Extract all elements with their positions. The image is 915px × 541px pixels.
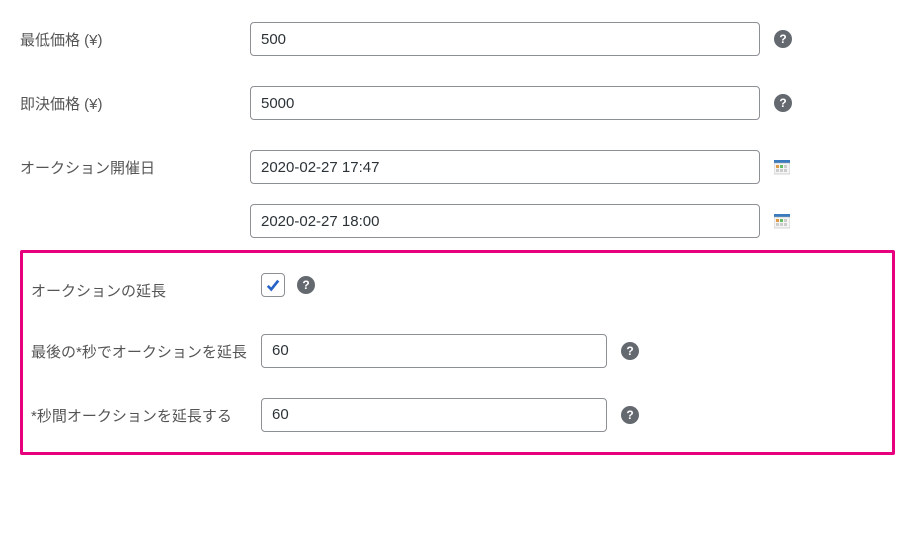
extend-checkbox[interactable]	[261, 273, 285, 297]
help-icon[interactable]	[774, 30, 792, 48]
field-buynow-price	[250, 86, 895, 120]
label-extend: オークションの延長	[27, 273, 261, 304]
row-extend-threshold: 最後の*秒でオークションを延長	[27, 312, 876, 376]
help-icon[interactable]	[621, 342, 639, 360]
field-extend-threshold	[261, 334, 876, 368]
field-min-price	[250, 22, 895, 56]
date-end-line	[250, 204, 895, 238]
auction-start-input[interactable]	[250, 150, 760, 184]
buynow-price-input[interactable]	[250, 86, 760, 120]
row-buynow-price: 即決価格 (¥)	[20, 64, 895, 128]
help-icon[interactable]	[621, 406, 639, 424]
field-auction-dates	[250, 150, 895, 238]
row-extend: オークションの延長	[27, 261, 876, 312]
auction-end-input[interactable]	[250, 204, 760, 238]
row-auction-dates: オークション開催日	[20, 128, 895, 246]
help-icon[interactable]	[774, 94, 792, 112]
min-price-input[interactable]	[250, 22, 760, 56]
calendar-icon[interactable]	[774, 213, 790, 229]
extension-highlight: オークションの延長 最後の*秒でオークションを延長 *秒間オークションを延長する	[20, 250, 895, 455]
label-extend-threshold: 最後の*秒でオークションを延長	[27, 334, 261, 365]
date-start-line	[250, 150, 895, 184]
label-buynow-price: 即決価格 (¥)	[20, 86, 250, 117]
row-min-price: 最低価格 (¥)	[20, 10, 895, 64]
label-min-price: 最低価格 (¥)	[20, 22, 250, 53]
auction-settings-panel: 最低価格 (¥) 即決価格 (¥) オークション開催日	[0, 0, 915, 541]
extend-threshold-input[interactable]	[261, 334, 607, 368]
field-extend	[261, 273, 876, 297]
field-extend-by	[261, 398, 876, 432]
help-icon[interactable]	[297, 276, 315, 294]
calendar-icon[interactable]	[774, 159, 790, 175]
extend-by-input[interactable]	[261, 398, 607, 432]
row-extend-by: *秒間オークションを延長する	[27, 376, 876, 440]
label-auction-dates: オークション開催日	[20, 150, 250, 181]
label-extend-by: *秒間オークションを延長する	[27, 398, 261, 429]
